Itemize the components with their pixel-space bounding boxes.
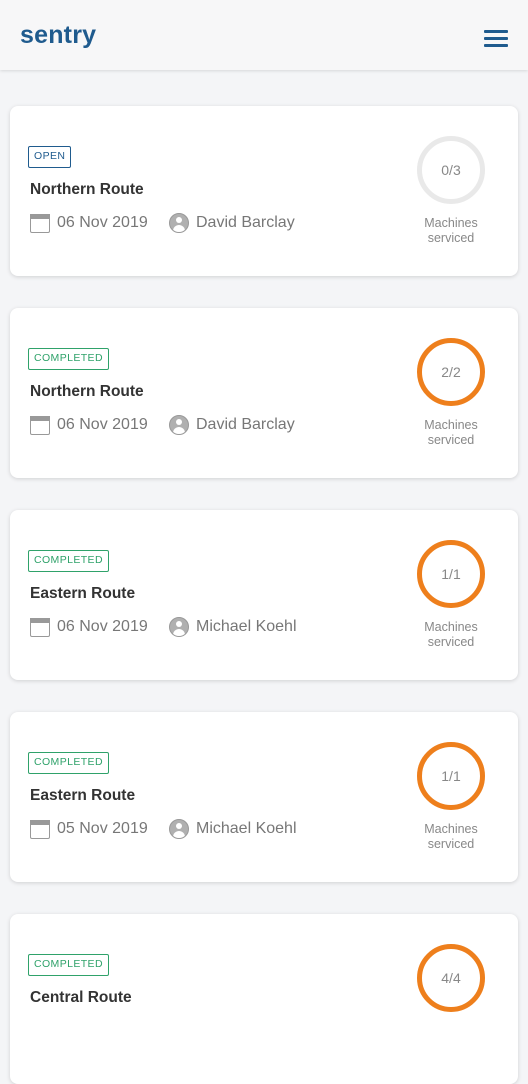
route-name: Eastern Route bbox=[30, 787, 136, 804]
route-card[interactable]: COMPLETED Eastern Route 06 Nov 2019 Mich… bbox=[10, 510, 518, 680]
user-icon bbox=[169, 213, 189, 233]
progress-value: 2/2 bbox=[441, 364, 461, 380]
calendar-icon bbox=[30, 213, 50, 233]
route-date: 06 Nov 2019 bbox=[30, 616, 148, 638]
progress-value: 1/1 bbox=[441, 768, 461, 784]
route-name: Northern Route bbox=[30, 383, 144, 400]
route-name: Northern Route bbox=[30, 181, 144, 198]
route-technician: David Barclay bbox=[169, 212, 295, 234]
app-header: sentry bbox=[0, 0, 528, 70]
status-badge: COMPLETED bbox=[28, 752, 109, 774]
calendar-icon bbox=[30, 617, 50, 637]
status-badge: COMPLETED bbox=[28, 954, 109, 976]
route-name: Central Route bbox=[30, 989, 132, 1006]
route-card[interactable]: OPEN Northern Route 06 Nov 2019 David Ba… bbox=[10, 106, 518, 276]
progress-label: Machines serviced bbox=[424, 620, 478, 649]
progress-ring: 1/1 bbox=[417, 540, 485, 608]
route-list: OPEN Northern Route 06 Nov 2019 David Ba… bbox=[0, 0, 528, 1084]
route-date: 05 Nov 2019 bbox=[30, 818, 148, 840]
status-badge: COMPLETED bbox=[28, 348, 109, 370]
progress-ring: 2/2 bbox=[417, 338, 485, 406]
date-text: 06 Nov 2019 bbox=[57, 618, 148, 635]
progress-ring: 1/1 bbox=[417, 742, 485, 810]
technician-name: David Barclay bbox=[196, 214, 295, 231]
status-badge: COMPLETED bbox=[28, 550, 109, 572]
route-technician: Michael Koehl bbox=[169, 616, 297, 638]
technician-name: David Barclay bbox=[196, 416, 295, 433]
progress-label: Machines serviced bbox=[424, 418, 478, 447]
date-text: 06 Nov 2019 bbox=[57, 214, 148, 231]
calendar-icon bbox=[30, 819, 50, 839]
user-icon bbox=[169, 617, 189, 637]
progress-value: 1/1 bbox=[441, 566, 461, 582]
brand-logo: sentry bbox=[20, 21, 97, 49]
route-date: 06 Nov 2019 bbox=[30, 212, 148, 234]
date-text: 06 Nov 2019 bbox=[57, 416, 148, 433]
route-name: Eastern Route bbox=[30, 585, 136, 602]
route-technician: David Barclay bbox=[169, 414, 295, 436]
date-text: 05 Nov 2019 bbox=[57, 820, 148, 837]
progress-label: Machines serviced bbox=[424, 822, 478, 851]
status-badge: OPEN bbox=[28, 146, 72, 168]
user-icon bbox=[169, 819, 189, 839]
route-card[interactable]: COMPLETED Northern Route 06 Nov 2019 Dav… bbox=[10, 308, 518, 478]
route-date: 06 Nov 2019 bbox=[30, 414, 148, 436]
route-technician: Michael Koehl bbox=[169, 818, 297, 840]
progress-ring: 4/4 bbox=[417, 944, 485, 1012]
route-card[interactable]: COMPLETED Eastern Route 05 Nov 2019 Mich… bbox=[10, 712, 518, 882]
user-icon bbox=[169, 415, 189, 435]
hamburger-menu-icon[interactable] bbox=[480, 24, 512, 52]
calendar-icon bbox=[30, 415, 50, 435]
progress-value: 0/3 bbox=[441, 162, 461, 178]
route-card[interactable]: COMPLETED Central Route 4/4 bbox=[10, 914, 518, 1084]
progress-value: 4/4 bbox=[441, 970, 461, 986]
progress-label: Machines serviced bbox=[424, 216, 478, 245]
technician-name: Michael Koehl bbox=[196, 820, 297, 837]
progress-ring: 0/3 bbox=[417, 136, 485, 204]
technician-name: Michael Koehl bbox=[196, 618, 297, 635]
